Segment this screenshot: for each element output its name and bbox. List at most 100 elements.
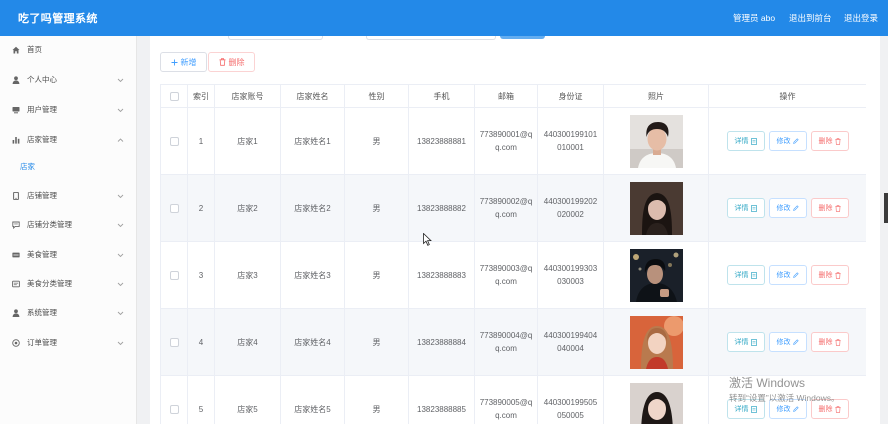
row-checkbox[interactable] (169, 136, 179, 146)
edit-button[interactable]: 修改 (768, 332, 807, 352)
cell-photo (603, 375, 709, 424)
sidebar-item-merchants[interactable]: 店家管理 (0, 126, 136, 154)
search-input-partial[interactable] (228, 36, 323, 40)
shop-owner-photo[interactable] (629, 114, 683, 168)
row-checkbox[interactable] (169, 404, 179, 414)
cell-phone: 13823888885 (408, 375, 475, 424)
row-checkbox-cell (160, 308, 188, 376)
sidebar-item-shops[interactable]: 店铺管理 (0, 182, 136, 210)
sidebar-item-label: 用户管理 (27, 105, 57, 114)
page-scrollbar-thumb[interactable] (884, 193, 888, 223)
sidebar-item-label: 个人中心 (27, 75, 57, 84)
search-input-partial[interactable] (366, 36, 496, 40)
sidebar-item-home[interactable]: 首页 (0, 36, 136, 64)
cell-email: 773890005@qq.com (474, 375, 538, 424)
sidebar-item-users[interactable]: 用户管理 (0, 96, 136, 124)
sidebar-item-orders[interactable]: 订单管理 (0, 329, 136, 357)
edit-button[interactable]: 修改 (768, 131, 807, 151)
row-checkbox[interactable] (169, 203, 179, 213)
row-checkbox-cell (160, 241, 188, 309)
chevron-up-icon (117, 138, 124, 142)
document-icon (750, 271, 757, 279)
add-button[interactable]: 新增 (160, 52, 207, 72)
sidebar-item-label: 美食管理 (27, 250, 57, 259)
batch-delete-button[interactable]: 删除 (208, 52, 255, 72)
cell-account: 店家1 (214, 107, 281, 175)
delete-button[interactable]: 删除 (810, 131, 849, 151)
id-card-text: 440300199303030003 (543, 264, 598, 286)
search-button-partial[interactable] (500, 36, 545, 39)
cell-gender: 男 (344, 241, 409, 309)
trash-icon (834, 204, 841, 212)
edit-label: 修改 (776, 272, 791, 279)
sidebar-item-foods[interactable]: 美食管理 (0, 241, 136, 269)
cell-gender: 男 (344, 174, 409, 242)
edit-icon (792, 272, 799, 278)
shop-owner-photo[interactable] (629, 382, 683, 424)
edit-icon (792, 205, 799, 211)
cell-phone: 13823888882 (408, 174, 475, 242)
cell-photo (603, 308, 709, 376)
col-name[interactable]: 店家姓名 (280, 84, 345, 108)
shop-owner-photo[interactable] (629, 181, 683, 235)
detail-button[interactable]: 详情 (726, 198, 765, 218)
batch-delete-label: 删除 (228, 57, 245, 67)
row-checkbox[interactable] (169, 337, 179, 347)
sidebar-item-label: 店铺管理 (27, 191, 57, 200)
sidebar-item-shop-categories[interactable]: 店铺分类管理 (0, 211, 136, 239)
col-actions: 操作 (708, 84, 866, 108)
cell-actions: 详情 修改 删除 (708, 241, 866, 309)
cell-name: 店家姓名1 (280, 107, 345, 175)
row-checkbox[interactable] (169, 270, 179, 280)
logout-link[interactable]: 退出登录 (844, 12, 878, 24)
shop-owner-photo[interactable] (629, 248, 683, 302)
chat-icon (12, 221, 20, 229)
row-checkbox-cell (160, 107, 188, 175)
col-email[interactable]: 邮箱 (474, 84, 538, 108)
cell-account: 店家4 (214, 308, 281, 376)
email-text: 773890005@qq.com (479, 398, 533, 420)
document-icon (750, 204, 757, 212)
delete-button[interactable]: 删除 (810, 198, 849, 218)
edit-button[interactable]: 修改 (768, 399, 807, 419)
cell-name: 店家姓名2 (280, 174, 345, 242)
select-all-checkbox[interactable] (169, 91, 179, 101)
to-front-link[interactable]: 退出到前台 (789, 12, 832, 24)
detail-button[interactable]: 详情 (726, 265, 765, 285)
delete-button[interactable]: 删除 (810, 265, 849, 285)
shop-owner-photo[interactable] (629, 315, 683, 369)
plus-icon (171, 59, 177, 65)
chevron-down-icon (117, 341, 124, 346)
cell-email: 773890002@qq.com (474, 174, 538, 242)
id-card-text: 440300199404040004 (543, 331, 598, 353)
chevron-down-icon (117, 253, 124, 258)
cell-index: 5 (187, 375, 215, 424)
edit-button[interactable]: 修改 (768, 198, 807, 218)
col-index[interactable]: 索引 (187, 84, 215, 108)
sidebar-item-label: 订单管理 (27, 338, 57, 347)
sidebar-item-profile[interactable]: 个人中心 (0, 66, 136, 94)
cell-id-card: 440300199505050005 (537, 375, 604, 424)
delete-label: 删除 (818, 205, 833, 212)
sidebar-subitem-merchant[interactable]: 店家 (0, 153, 136, 181)
detail-label: 详情 (734, 406, 749, 413)
detail-button[interactable]: 详情 (726, 399, 765, 419)
col-phone[interactable]: 手机 (408, 84, 475, 108)
detail-button[interactable]: 详情 (726, 131, 765, 151)
detail-button[interactable]: 详情 (726, 332, 765, 352)
delete-button[interactable]: 删除 (810, 399, 849, 419)
admin-label: 管理员 abo (733, 13, 776, 23)
row-checkbox-cell (160, 375, 188, 424)
cell-account: 店家3 (214, 241, 281, 309)
user-icon (12, 76, 20, 84)
sidebar-item-system[interactable]: 系统管理 (0, 299, 136, 327)
sidebar-item-food-categories[interactable]: 美食分类管理 (0, 270, 136, 298)
edit-button[interactable]: 修改 (768, 265, 807, 285)
trash-icon (834, 338, 841, 346)
col-account[interactable]: 店家账号 (214, 84, 281, 108)
table-header-row: 索引 店家账号 店家姓名 性别 手机 邮箱 身份证 照片 操作 (160, 84, 866, 108)
col-id-card[interactable]: 身份证 (537, 84, 604, 108)
delete-button[interactable]: 删除 (810, 332, 849, 352)
col-gender[interactable]: 性别 (344, 84, 409, 108)
email-text: 773890003@qq.com (479, 264, 533, 286)
